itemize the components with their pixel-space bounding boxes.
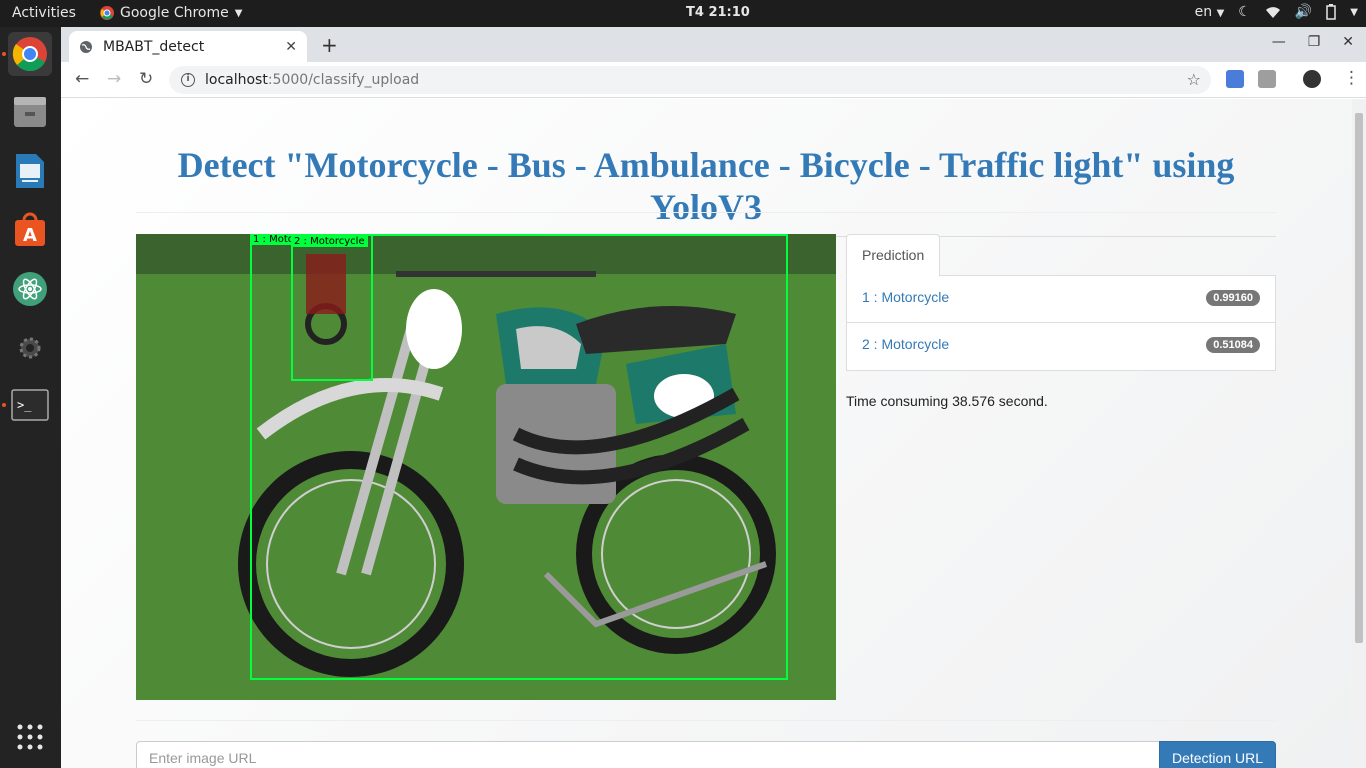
chevron-down-icon: ▼: [1350, 6, 1358, 18]
detection-url-button[interactable]: Detection URL: [1159, 741, 1276, 768]
chrome-small-icon: [100, 6, 114, 20]
files-icon: [14, 97, 46, 127]
bounding-box: [291, 234, 373, 381]
clock[interactable]: T4 21:10: [686, 5, 750, 20]
page-scrollbar[interactable]: [1352, 99, 1366, 768]
globe-icon: [80, 40, 92, 53]
app-name: Google Chrome: [120, 5, 229, 21]
settings-icon: [19, 337, 41, 359]
image-url-input[interactable]: [136, 741, 1160, 768]
browser-window: MBABT_detect ✕ + — ❐ ✕ ← → ↻ i localhost…: [61, 27, 1366, 768]
prediction-label: 2 : Motorcycle: [862, 336, 950, 352]
bookmark-star-icon[interactable]: ☆: [1187, 70, 1201, 89]
web-page: Detect "Motorcycle - Bus - Ambulance - B…: [61, 99, 1352, 768]
reload-icon[interactable]: ↻: [139, 69, 153, 89]
tab-prediction[interactable]: Prediction: [846, 234, 941, 277]
dock-document-viewer[interactable]: [8, 149, 52, 193]
svg-text:A: A: [23, 225, 37, 246]
browser-toolbar: ← → ↻ i localhost:5000/classify_upload ☆…: [61, 62, 1366, 98]
address-bar[interactable]: i localhost:5000/classify_upload ☆: [169, 66, 1211, 94]
time-consuming-text: Time consuming 38.576 second.: [846, 393, 1048, 409]
battery-icon: [1326, 4, 1337, 20]
dock-chrome[interactable]: [8, 32, 52, 76]
language-indicator[interactable]: en ▼: [1195, 4, 1225, 20]
window-controls: — ❐ ✕: [1272, 34, 1354, 50]
restore-icon[interactable]: ❐: [1308, 34, 1321, 50]
url-path: :5000/classify_upload: [267, 72, 420, 88]
bounding-box-label: 2 : Motorcycle: [291, 236, 368, 247]
dock-show-applications[interactable]: [8, 715, 52, 759]
divider: [136, 212, 1276, 213]
running-indicator: [2, 52, 6, 56]
divider: [136, 720, 1276, 721]
system-tray[interactable]: en ▼ ☾ 🔊 ▼: [1195, 4, 1358, 20]
dock-terminal[interactable]: >_: [8, 383, 52, 427]
chevron-down-icon: ▼: [234, 7, 243, 19]
profile-avatar[interactable]: [1303, 70, 1321, 88]
translate-extension-icon[interactable]: [1226, 70, 1244, 88]
close-tab-icon[interactable]: ✕: [285, 39, 297, 55]
dock-software-center[interactable]: A: [8, 208, 52, 252]
dock-atom[interactable]: [8, 267, 52, 311]
volume-icon: 🔊: [1294, 4, 1313, 20]
show-applications-icon: [17, 724, 43, 750]
system-top-bar: Activities Google Chrome ▼ T4 21:10 en ▼…: [0, 0, 1366, 27]
prediction-panel: Prediction 1 : Motorcycle 0.99160 2 : Mo…: [846, 234, 1276, 409]
scrollbar-thumb[interactable]: [1355, 113, 1363, 643]
app-menu[interactable]: Google Chrome ▼: [100, 5, 242, 21]
score-badge: 0.51084: [1206, 337, 1260, 353]
new-tab-button[interactable]: +: [321, 33, 338, 57]
minimize-icon[interactable]: —: [1272, 34, 1286, 50]
software-center-icon: A: [15, 212, 45, 246]
wifi-icon: [1265, 7, 1280, 18]
tab-mbabt-detect[interactable]: MBABT_detect ✕: [69, 31, 307, 62]
list-item[interactable]: 2 : Motorcycle 0.51084: [847, 323, 1275, 370]
terminal-icon: >_: [11, 389, 49, 421]
atom-icon: [13, 272, 47, 306]
prediction-tabs: Prediction: [846, 234, 1276, 277]
back-icon[interactable]: ←: [75, 69, 89, 89]
tab-title: MBABT_detect: [103, 38, 205, 55]
close-window-icon[interactable]: ✕: [1342, 34, 1354, 50]
night-light-icon: ☾: [1238, 4, 1251, 20]
chevron-down-icon: ▼: [1216, 8, 1225, 19]
dock: A >_: [0, 27, 61, 768]
score-badge: 0.99160: [1206, 290, 1260, 306]
document-viewer-icon: [16, 154, 44, 188]
site-info-icon[interactable]: i: [181, 73, 195, 87]
url-host: localhost: [205, 72, 268, 88]
dock-settings[interactable]: [8, 326, 52, 370]
detection-result-image: 1 : Moto... 2 : Motorcycle: [136, 234, 836, 700]
prediction-list: 1 : Motorcycle 0.99160 2 : Motorcycle 0.…: [846, 276, 1276, 371]
dock-files[interactable]: [8, 90, 52, 134]
tab-strip: MBABT_detect ✕ + — ❐ ✕: [61, 27, 1366, 62]
extension-icon[interactable]: [1258, 70, 1276, 88]
activities-button[interactable]: Activities: [12, 5, 76, 21]
forward-icon[interactable]: →: [107, 69, 121, 89]
page-title: Detect "Motorcycle - Bus - Ambulance - B…: [136, 144, 1276, 237]
chrome-icon: [12, 37, 47, 72]
list-item[interactable]: 1 : Motorcycle 0.99160: [847, 276, 1275, 323]
menu-icon[interactable]: ⋮: [1343, 68, 1360, 88]
svg-text:>_: >_: [17, 398, 32, 412]
prediction-label: 1 : Motorcycle: [862, 289, 950, 305]
running-indicator: [2, 403, 6, 407]
language-label: en: [1194, 4, 1213, 20]
